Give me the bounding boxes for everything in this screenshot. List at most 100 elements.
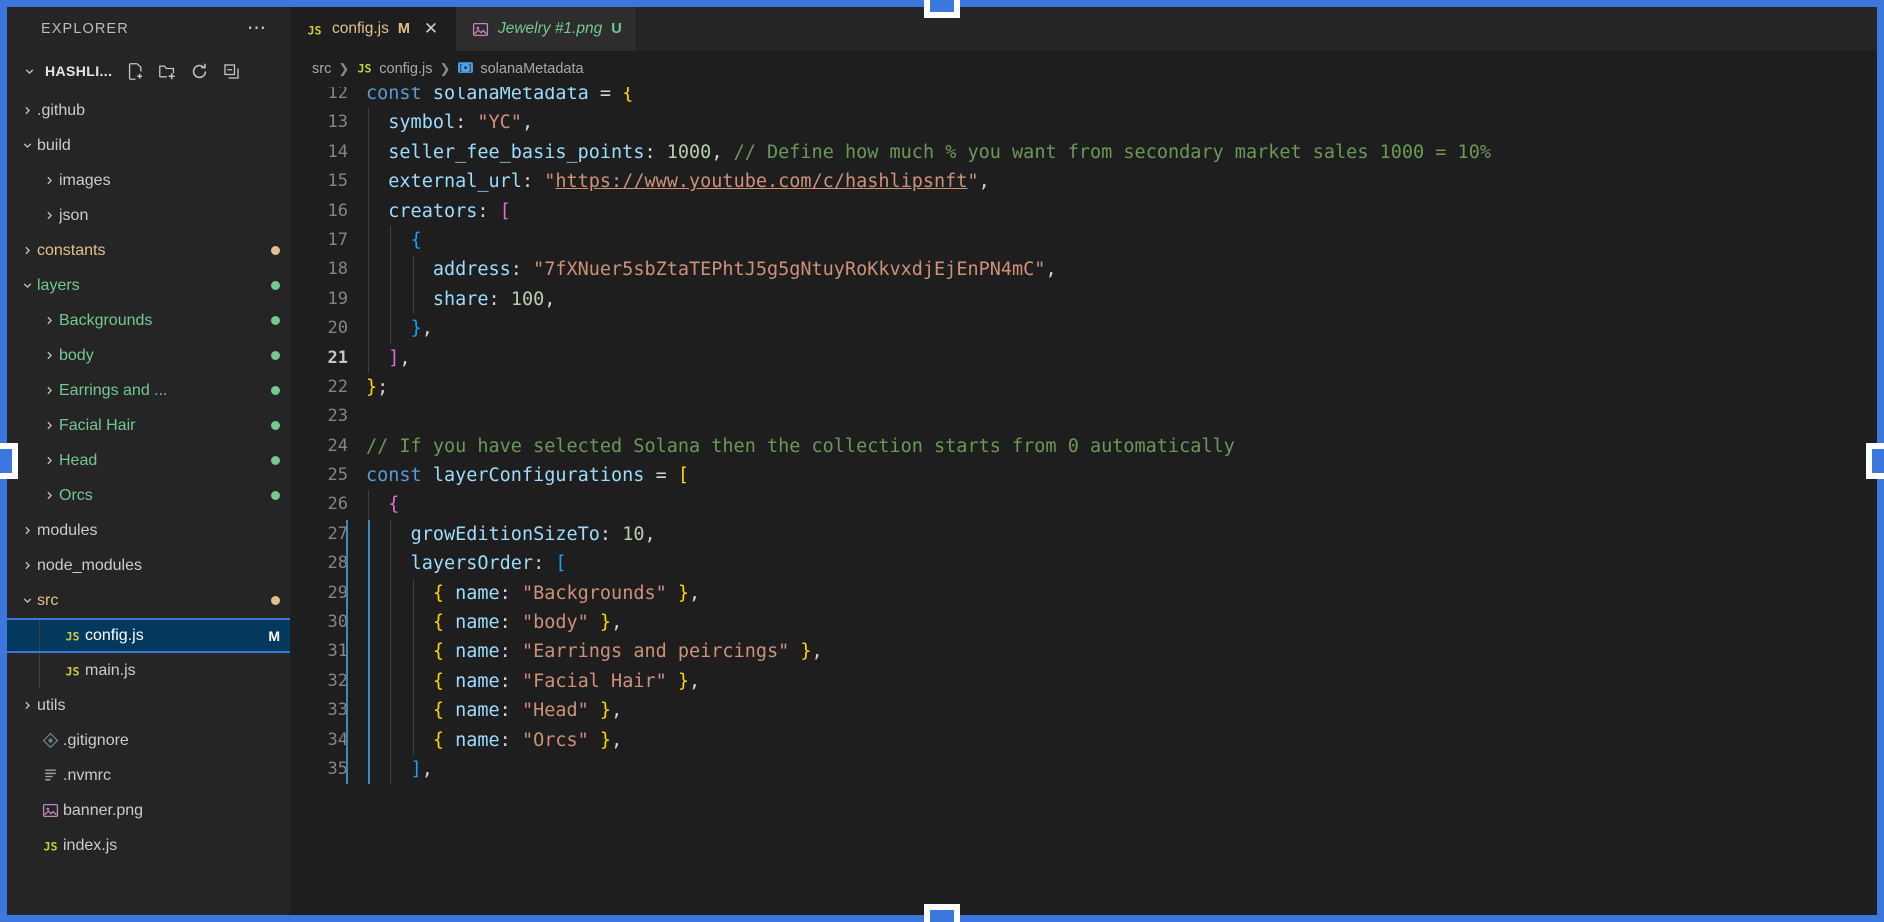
code-line: 14 seller_fee_basis_points: 1000, // Def… — [290, 137, 1877, 168]
file-tree-item-label: Earrings and ... — [59, 381, 168, 399]
indent-guide — [390, 314, 392, 344]
file-tree-item-index-js[interactable]: JS index.js — [7, 828, 290, 863]
new-folder-icon[interactable] — [158, 62, 177, 81]
file-tree-item-build[interactable]: build — [7, 128, 290, 163]
line-number: 25 — [327, 465, 348, 486]
breadcrumb-item-solanametadata[interactable]: [•] solanaMetadata — [457, 59, 584, 80]
chevron-right-icon[interactable] — [17, 559, 37, 572]
file-tree-item-src[interactable]: src — [7, 583, 290, 618]
editor-tab-git-badge: U — [611, 21, 622, 37]
chevron-down-icon[interactable] — [19, 65, 39, 78]
close-icon[interactable]: ✕ — [421, 19, 441, 39]
chevron-down-icon[interactable] — [17, 594, 37, 607]
file-tree-item-layers[interactable]: layers — [7, 268, 290, 303]
scope-bar — [346, 549, 348, 579]
code-token: , — [1045, 259, 1057, 281]
code-line-text: ], — [346, 754, 1877, 785]
explorer-more-actions-icon[interactable]: ⋯ — [247, 19, 268, 38]
code-token: , — [421, 318, 433, 340]
code-token: } — [599, 729, 612, 751]
editor-group: JS config.js M ✕ Jewelry #1.png U src ❯ JS confi… — [290, 7, 1877, 915]
code-line: 18 address: "7fXNuer5sbZtaTEPhtJ5g5gNtuy… — [290, 255, 1877, 285]
chevron-right-icon[interactable] — [39, 349, 59, 362]
code-token: : — [477, 200, 500, 222]
file-tree-item-banner-png[interactable]: banner.png — [7, 793, 290, 828]
chevron-down-icon[interactable] — [17, 279, 37, 292]
file-tree-item-label: utils — [37, 696, 66, 714]
selection-handle-left[interactable] — [0, 443, 18, 479]
new-file-icon[interactable] — [126, 62, 145, 81]
code-line: 19 share: 100, — [290, 284, 1877, 315]
refresh-icon[interactable] — [190, 62, 209, 81]
file-tree-item-main-js[interactable]: JS main.js — [7, 653, 290, 688]
file-tree-item-head[interactable]: Head — [7, 443, 290, 478]
code-token: , — [978, 171, 990, 193]
chevron-right-icon[interactable] — [39, 419, 59, 432]
svg-text:JS: JS — [65, 664, 79, 678]
chevron-right-icon[interactable] — [17, 524, 37, 537]
workspace-root-row[interactable]: HASHLI... — [7, 51, 290, 91]
file-tree-item-label: layers — [37, 276, 80, 294]
chevron-right-icon[interactable] — [39, 489, 59, 502]
breadcrumb-item-src[interactable]: src — [312, 61, 331, 77]
file-tree-item-constants[interactable]: constants — [7, 233, 290, 268]
file-tree-item-orcs[interactable]: Orcs — [7, 478, 290, 513]
breadcrumb-separator-icon: ❯ — [338, 61, 350, 76]
file-tree-item-body[interactable]: body — [7, 338, 290, 373]
code-token: 1000 — [666, 141, 712, 163]
chevron-right-icon[interactable] — [39, 454, 59, 467]
code-token: { — [622, 87, 634, 104]
file-tree-item-backgrounds[interactable]: Backgrounds — [7, 303, 290, 338]
line-number: 24 — [327, 435, 348, 456]
code-token: [ — [677, 465, 690, 487]
code-token: : — [510, 259, 534, 281]
indent-guide — [368, 255, 369, 285]
code-line-text: { name: "body" }, — [346, 608, 1877, 638]
file-tree-item-label: .github — [37, 101, 86, 119]
file-tree-item-earrings-and-[interactable]: Earrings and ... — [7, 373, 290, 408]
chevron-down-icon[interactable] — [17, 139, 37, 152]
file-tree-item-images[interactable]: images — [7, 163, 290, 198]
breadcrumb-item-config-js[interactable]: JS config.js — [356, 59, 433, 80]
collapse-all-icon[interactable] — [222, 62, 241, 81]
indent-guide — [412, 637, 414, 667]
code-editor[interactable]: 12 const solanaMetadata = {13 symbol: "YC… — [290, 87, 1877, 915]
editor-tab-config-js[interactable]: JS config.js M ✕ — [290, 7, 456, 51]
file-tree-item--nvmrc[interactable]: .nvmrc — [7, 758, 290, 793]
chevron-right-icon[interactable] — [39, 384, 59, 397]
file-tree-item--gitignore[interactable]: .gitignore — [7, 723, 290, 758]
git-status-dot — [271, 351, 280, 360]
chevron-right-icon[interactable] — [39, 209, 59, 222]
file-tree-item-facial-hair[interactable]: Facial Hair — [7, 408, 290, 443]
file-tree-item-json[interactable]: json — [7, 198, 290, 233]
code-token: address — [432, 259, 511, 281]
chevron-right-icon[interactable] — [17, 244, 37, 257]
file-tree-item-node-modules[interactable]: node_modules — [7, 548, 290, 583]
indent-guide — [368, 196, 369, 226]
scope-bar — [346, 725, 348, 755]
line-number: 15 — [327, 171, 348, 192]
line-number: 31 — [327, 641, 348, 662]
image-file-icon — [37, 802, 63, 819]
code-line-text: { name: "Orcs" }, — [346, 725, 1877, 755]
editor-tab-jewelry-1-png[interactable]: Jewelry #1.png U — [455, 7, 637, 51]
selection-handle-top[interactable] — [924, 0, 960, 18]
code-token: , — [711, 141, 734, 163]
file-tree-item-label: Backgrounds — [59, 311, 153, 329]
code-line-text: { name: "Facial Hair" }, — [346, 666, 1877, 697]
file-tree-item-utils[interactable]: utils — [7, 688, 290, 723]
chevron-right-icon[interactable] — [17, 104, 37, 117]
file-tree-item--github[interactable]: .github — [7, 93, 290, 128]
code-token: : — [499, 582, 522, 604]
chevron-right-icon[interactable] — [17, 699, 37, 712]
file-tree-item-config-js[interactable]: JS config.js M — [7, 618, 290, 653]
editor-tab-label: Jewelry #1.png — [497, 20, 603, 37]
code-token: "Backgrounds" — [521, 582, 667, 604]
code-token: } — [410, 318, 422, 340]
selection-handle-right[interactable] — [1866, 443, 1884, 479]
chevron-right-icon[interactable] — [39, 174, 59, 187]
chevron-right-icon[interactable] — [39, 314, 59, 327]
file-tree-item-modules[interactable]: modules — [7, 513, 290, 548]
selection-handle-bottom[interactable] — [924, 904, 960, 922]
